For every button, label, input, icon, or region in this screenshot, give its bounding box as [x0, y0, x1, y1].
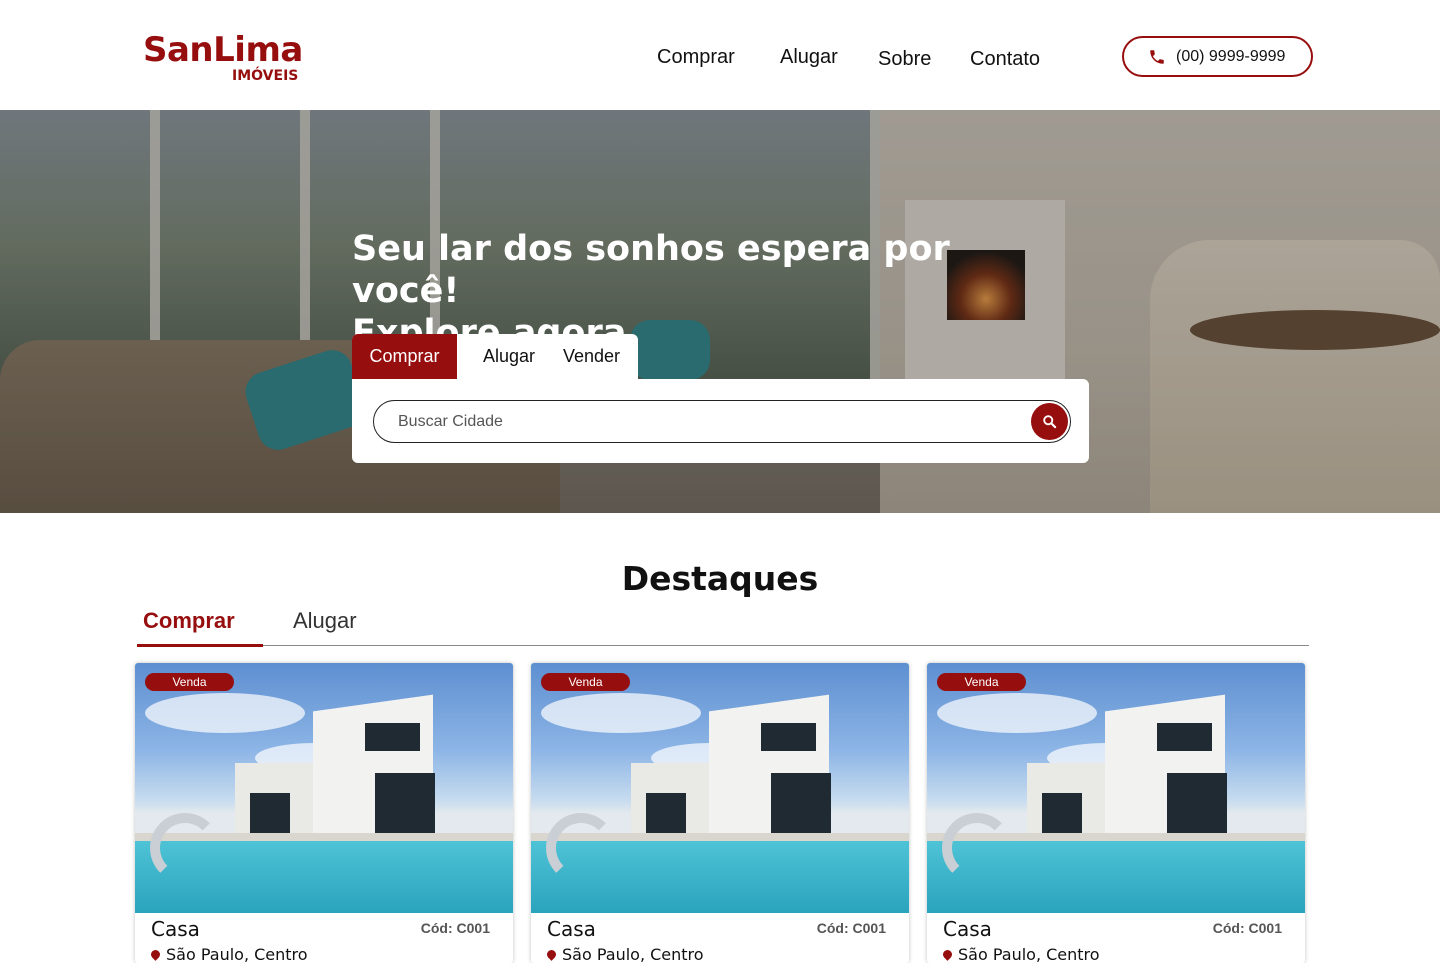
status-badge: Venda [541, 673, 630, 691]
search-tab-comprar[interactable]: Comprar [352, 334, 457, 379]
logo-subtitle: IMÓVEIS [232, 68, 299, 84]
nav-item-sobre[interactable]: Sobre [878, 47, 931, 71]
property-location: São Paulo, Centro [941, 945, 1100, 963]
property-code: Cód: C001 [420, 920, 490, 936]
search-panel [352, 379, 1089, 463]
property-card[interactable]: Venda Casa Cód: C001 São Paulo, Centro [135, 663, 513, 963]
property-code: Cód: C001 [1212, 920, 1282, 936]
property-card[interactable]: Venda Casa Cód: C001 São Paulo, Centro [531, 663, 909, 963]
status-badge: Venda [145, 673, 234, 691]
search-city-input[interactable] [398, 411, 1018, 433]
search-tabs: Comprar Alugar Vender [352, 334, 638, 379]
logo-wordmark: SanLima [143, 30, 303, 70]
nav-item-comprar[interactable]: Comprar [657, 45, 735, 69]
property-image [135, 663, 513, 913]
property-location: São Paulo, Centro [545, 945, 704, 963]
location-pin-icon [149, 948, 162, 961]
active-tab-indicator [137, 644, 263, 647]
property-location: São Paulo, Centro [149, 945, 308, 963]
location-pin-icon [941, 948, 954, 961]
property-code: Cód: C001 [816, 920, 886, 936]
search-tab-vender[interactable]: Vender [563, 334, 620, 379]
search-icon [1043, 415, 1057, 429]
search-button[interactable] [1031, 403, 1068, 440]
search-field-wrapper [373, 400, 1071, 443]
featured-title: Destaques [621, 559, 819, 598]
property-type: Casa [943, 917, 992, 941]
nav-item-contato[interactable]: Contato [970, 47, 1040, 71]
property-image [927, 663, 1305, 913]
hero-banner: Seu lar dos sonhos espera por você! Expl… [0, 110, 1440, 513]
phone-button[interactable]: (00) 9999-9999 [1122, 36, 1313, 77]
tabs-divider [137, 645, 1309, 646]
hero-title-line-1: Seu lar dos sonhos espera por você! [352, 229, 950, 311]
status-badge: Venda [937, 673, 1026, 691]
property-type: Casa [547, 917, 596, 941]
nav-item-alugar[interactable]: Alugar [780, 45, 838, 69]
property-type: Casa [151, 917, 200, 941]
phone-number: (00) 9999-9999 [1176, 48, 1286, 65]
featured-tab-comprar[interactable]: Comprar [143, 606, 235, 636]
featured-tab-alugar[interactable]: Alugar [293, 606, 357, 636]
property-image [531, 663, 909, 913]
location-pin-icon [545, 948, 558, 961]
phone-icon [1148, 48, 1166, 66]
search-tab-alugar[interactable]: Alugar [483, 334, 535, 379]
logo[interactable]: SanLima IMÓVEIS [143, 30, 303, 86]
site-header: SanLima IMÓVEIS Comprar Alugar Sobre Con… [0, 0, 1440, 110]
property-card[interactable]: Venda Casa Cód: C001 São Paulo, Centro [927, 663, 1305, 963]
